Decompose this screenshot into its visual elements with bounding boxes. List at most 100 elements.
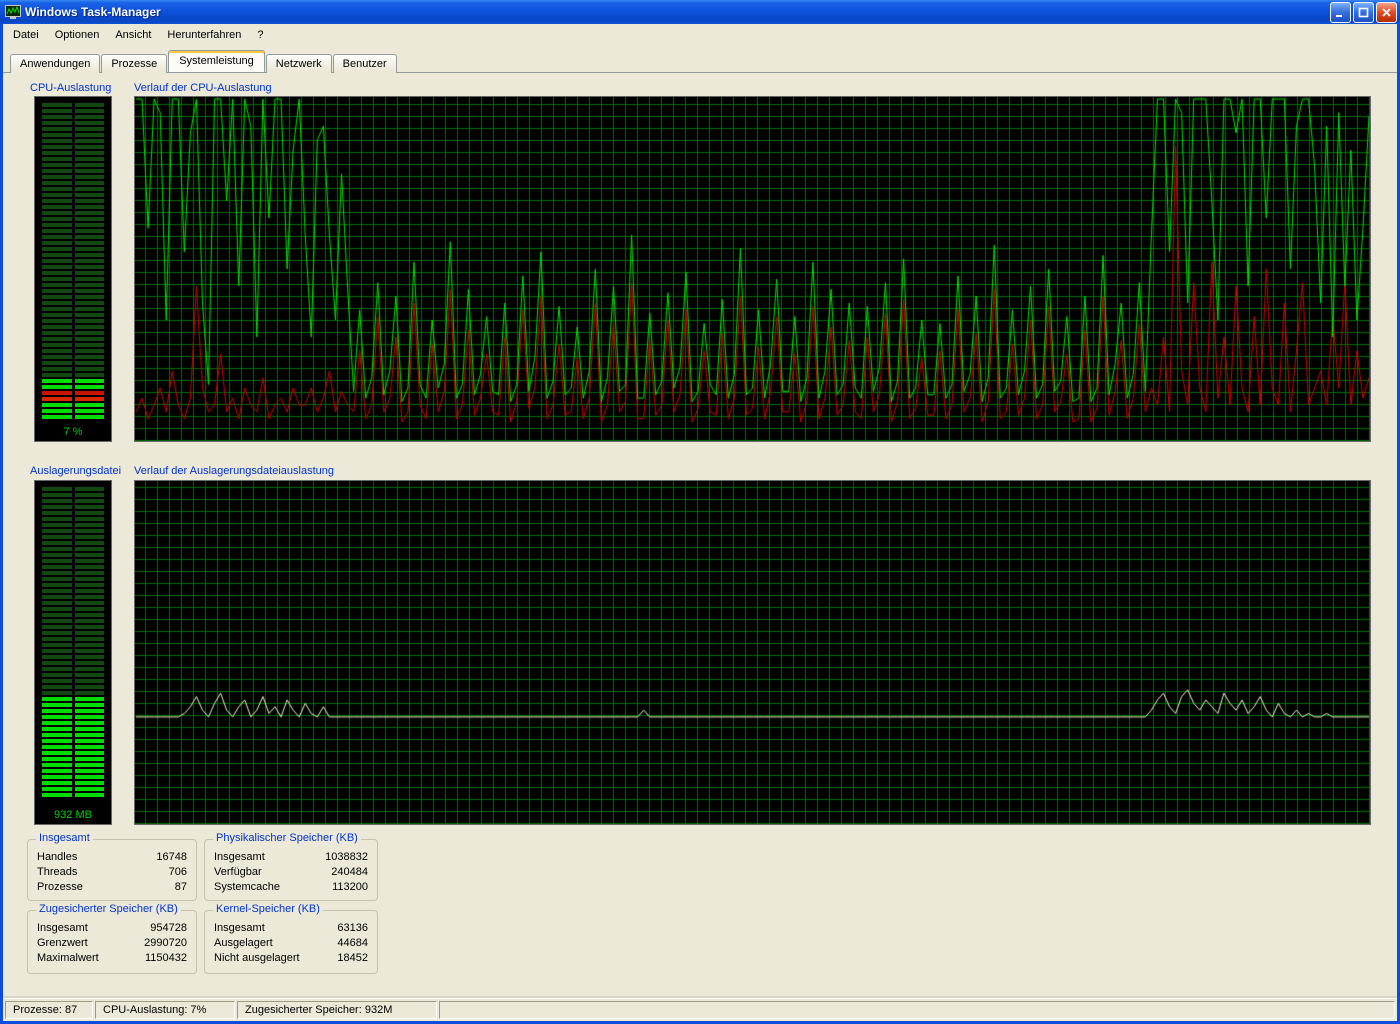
stat-label: Nicht ausgelagert: [214, 951, 300, 966]
menu-item-herunterfahren[interactable]: Herunterfahren: [159, 26, 249, 44]
kernel-memory-groupbox: Kernel-Speicher (KB) Insgesamt63136Ausge…: [204, 910, 378, 974]
gauge-segment: [42, 307, 104, 311]
gauge-segment: [42, 211, 104, 215]
gauge-segment: [42, 163, 104, 167]
gauge-segment: [42, 127, 104, 131]
gauge-segment: [42, 319, 104, 323]
gauge-segment: [42, 691, 104, 695]
menu-item-optionen[interactable]: Optionen: [47, 26, 108, 44]
gauge-segment: [42, 367, 104, 371]
tab-systemleistung[interactable]: Systemleistung: [168, 50, 265, 72]
gauge-segment: [42, 355, 104, 359]
stat-value: 954728: [150, 921, 187, 936]
pagefile-value: 932 MB: [35, 809, 111, 821]
status-panel-1: CPU-Auslastung: 7%: [95, 1001, 235, 1019]
gauge-segment: [42, 337, 104, 341]
stat-value: 63136: [337, 921, 368, 936]
gauge-segment: [42, 493, 104, 497]
totals-groupbox: Insgesamt Handles16748Threads706Prozesse…: [27, 839, 197, 901]
gauge-segment: [42, 229, 104, 233]
gauge-segment: [42, 595, 104, 599]
gauge-segment: [42, 115, 104, 119]
gauge-segment: [42, 667, 104, 671]
gauge-segment: [42, 709, 104, 713]
gauge-segment: [42, 745, 104, 749]
task-manager-window: Windows Task-Manager DateiOptionenAnsich…: [0, 0, 1400, 1024]
gauge-segment: [42, 511, 104, 515]
gauge-segment: [42, 409, 104, 413]
gauge-segment: [42, 619, 104, 623]
stat-value: 240484: [331, 865, 368, 880]
gauge-segment: [42, 331, 104, 335]
pagefile-label: Auslagerungsdatei: [30, 465, 121, 477]
menu-item-datei[interactable]: Datei: [5, 26, 47, 44]
gauge-segment: [42, 553, 104, 557]
tab-anwendungen[interactable]: Anwendungen: [10, 54, 100, 73]
gauge-segment: [42, 523, 104, 527]
cpu-history-label: Verlauf der CPU-Auslastung: [134, 82, 272, 94]
stat-label: Insgesamt: [37, 921, 88, 936]
pagefile-history-graph-panel: [134, 480, 1371, 825]
groupbox-title: Physikalischer Speicher (KB): [213, 832, 361, 844]
menu-item-?[interactable]: ?: [249, 26, 271, 44]
window-title: Windows Task-Manager: [25, 5, 1328, 19]
gauge-segment: [42, 133, 104, 137]
stat-value: 2990720: [144, 936, 187, 951]
close-button[interactable]: [1376, 2, 1397, 23]
gauge-segment: [42, 295, 104, 299]
stat-row: Verfügbar240484: [214, 865, 368, 880]
tab-benutzer[interactable]: Benutzer: [333, 54, 397, 73]
tab-netzwerk[interactable]: Netzwerk: [266, 54, 332, 73]
groupbox-title: Zugesicherter Speicher (KB): [36, 903, 181, 915]
gauge-segment: [42, 625, 104, 629]
cpu-gauge-segments: [35, 103, 111, 421]
status-panel-0: Prozesse: 87: [5, 1001, 93, 1019]
title-bar: Windows Task-Manager: [0, 0, 1400, 24]
gauge-segment: [42, 637, 104, 641]
physical-memory-groupbox: Physikalischer Speicher (KB) Insgesamt10…: [204, 839, 378, 901]
gauge-segment: [42, 727, 104, 731]
stat-value: 706: [169, 865, 187, 880]
gauge-segment: [42, 283, 104, 287]
gauge-segment: [42, 385, 104, 389]
stat-label: Ausgelagert: [214, 936, 273, 951]
stat-value: 1038832: [325, 850, 368, 865]
status-bar: Prozesse: 87CPU-Auslastung: 7%Zugesicher…: [3, 998, 1397, 1021]
gauge-segment: [42, 763, 104, 767]
gauge-segment: [42, 679, 104, 683]
maximize-button[interactable]: [1353, 2, 1374, 23]
menu-item-ansicht[interactable]: Ansicht: [107, 26, 159, 44]
gauge-segment: [42, 109, 104, 113]
gauge-segment: [42, 631, 104, 635]
stat-row: Handles16748: [37, 850, 187, 865]
gauge-segment: [42, 517, 104, 521]
gauge-segment: [42, 373, 104, 377]
gauge-segment: [42, 703, 104, 707]
stat-row: Insgesamt 954728: [37, 921, 187, 936]
gauge-segment: [42, 601, 104, 605]
gauge-segment: [42, 673, 104, 677]
gauge-segment: [42, 583, 104, 587]
stat-label: Prozesse: [37, 880, 83, 895]
gauge-segment: [42, 661, 104, 665]
cpu-usage-label: CPU-Auslastung: [30, 82, 111, 94]
stat-row: Insgesamt1038832: [214, 850, 368, 865]
tab-prozesse[interactable]: Prozesse: [101, 54, 167, 73]
cpu-history-graph-panel: [134, 96, 1371, 442]
gauge-segment: [42, 235, 104, 239]
minimize-button[interactable]: [1330, 2, 1351, 23]
gauge-segment: [42, 733, 104, 737]
stat-row: Threads706: [37, 865, 187, 880]
stat-label: Handles: [37, 850, 77, 865]
gauge-segment: [42, 223, 104, 227]
gauge-segment: [42, 181, 104, 185]
gauge-segment: [42, 349, 104, 353]
stat-label: Systemcache: [214, 880, 280, 895]
gauge-segment: [42, 265, 104, 269]
gauge-segment: [42, 769, 104, 773]
stat-label: Grenzwert: [37, 936, 88, 951]
gauge-segment: [42, 535, 104, 539]
tab-bar: AnwendungenProzesseSystemleistungNetzwer…: [3, 50, 1397, 73]
cpu-usage-gauge: 7 %: [34, 96, 112, 442]
gauge-segment: [42, 589, 104, 593]
